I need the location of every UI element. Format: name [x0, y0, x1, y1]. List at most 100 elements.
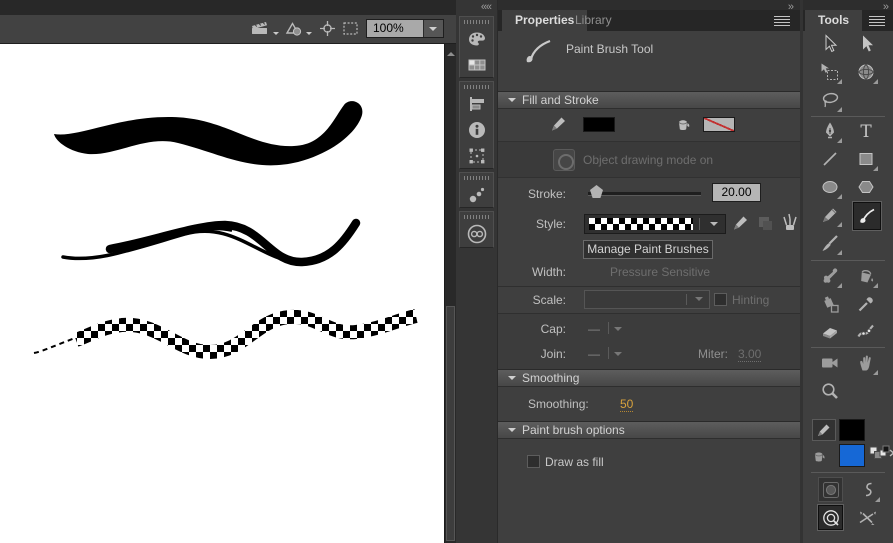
cap-label: Cap:	[540, 322, 566, 336]
object-drawing-label: Object drawing mode on	[583, 153, 714, 167]
camera-tool[interactable]	[817, 350, 843, 376]
shape-dropdown-arrow[interactable]	[306, 32, 312, 38]
selection-tool[interactable]	[817, 31, 843, 57]
dock-group-grip[interactable]	[463, 20, 490, 24]
drawing-canvas[interactable]	[0, 44, 444, 543]
width-tool[interactable]	[853, 319, 879, 345]
rectangle-tool[interactable]	[853, 146, 879, 172]
edit-stroke-style-icon[interactable]	[732, 214, 750, 235]
cap-dropdown-disabled[interactable]: —	[588, 322, 600, 336]
eyedropper-tool[interactable]	[853, 291, 879, 317]
object-drawing-mode-button[interactable]	[553, 149, 575, 171]
pencil-tool[interactable]	[817, 202, 843, 228]
pen-tool[interactable]	[817, 118, 843, 144]
dock-group-grip[interactable]	[463, 215, 490, 219]
stage-top-strip	[0, 0, 456, 15]
dock-group-grip[interactable]	[463, 176, 490, 180]
scroll-up-arrow[interactable]	[447, 48, 455, 56]
tools-fill-color-swatch[interactable]	[839, 444, 865, 467]
section-header-paint-brush-options[interactable]: Paint brush options	[498, 421, 800, 439]
stroke-value-box[interactable]: 20.00	[712, 183, 761, 202]
clapperboard-icon[interactable]	[251, 20, 271, 40]
use-pressure-icon[interactable]	[855, 505, 881, 531]
draw-as-fill-checkbox[interactable]	[527, 455, 540, 468]
line-tool[interactable]	[817, 146, 843, 172]
checker-stroke-tail	[33, 336, 79, 354]
brush-mode-selected[interactable]	[818, 505, 843, 530]
width-label: Width:	[531, 265, 566, 279]
classic-brush-tool[interactable]	[817, 230, 843, 256]
join-dropdown-arrow[interactable]	[614, 352, 622, 360]
smoothing-value[interactable]: 50	[620, 397, 634, 412]
scale-row: Scale: Hinting	[498, 287, 800, 313]
align-icon[interactable]	[460, 91, 493, 117]
section-header-fill-and-stroke[interactable]: Fill and Stroke	[498, 91, 800, 109]
panel-dock: ««	[456, 0, 498, 543]
hinting-checkbox[interactable]	[714, 293, 727, 306]
collapse-dock-chevrons[interactable]: «	[486, 1, 492, 13]
stroke-slider[interactable]	[588, 192, 701, 196]
manage-paint-brushes-button[interactable]: Manage Paint Brushes	[583, 240, 713, 259]
subselection-tool[interactable]	[853, 31, 879, 57]
polystar-tool[interactable]	[853, 174, 879, 200]
info-icon[interactable]	[460, 117, 493, 143]
cap-dropdown-arrow[interactable]	[614, 327, 622, 335]
stroke-color-swatch[interactable]	[583, 117, 615, 132]
ink-bottle-tool[interactable]	[817, 291, 843, 317]
panel-menu-icon[interactable]	[774, 16, 790, 27]
dock-group-grip[interactable]	[463, 85, 490, 89]
stage-toolbar: 100%	[0, 15, 456, 44]
history-icon[interactable]	[460, 182, 493, 208]
style-dropdown[interactable]	[584, 214, 726, 234]
center-stage-icon[interactable]	[319, 20, 336, 40]
free-transform-tool[interactable]	[817, 59, 843, 85]
stroke-color-control[interactable]	[812, 419, 836, 441]
join-label: Join:	[540, 347, 566, 361]
oval-tool[interactable]	[817, 174, 843, 200]
shape-primitives-icon[interactable]	[284, 20, 304, 40]
fill-color-swatch-no-fill[interactable]	[703, 117, 735, 132]
tab-library[interactable]: Library	[562, 10, 625, 31]
paint-brush-options-body: Draw as fill	[498, 439, 800, 543]
panel-menu-icon[interactable]	[869, 16, 885, 27]
miter-value[interactable]: 3.00	[738, 347, 762, 362]
transform-icon[interactable]	[460, 143, 493, 169]
scrollbar-thumb[interactable]	[446, 306, 455, 541]
color-palette-icon[interactable]	[460, 26, 493, 52]
swatches-icon[interactable]	[460, 52, 493, 78]
stage-zoom-select[interactable]: 100%	[366, 19, 444, 38]
clip-outline-icon[interactable]	[342, 20, 359, 40]
smoothing-row: Smoothing: 50	[498, 387, 800, 421]
section-header-smoothing[interactable]: Smoothing	[498, 369, 800, 387]
scale-dropdown-disabled[interactable]	[584, 290, 710, 309]
paint-bucket-tool[interactable]	[853, 263, 879, 289]
lasso-tool[interactable]	[817, 87, 843, 113]
creative-cloud-icon[interactable]	[460, 221, 493, 247]
tools-panel-top-bar: »	[803, 0, 893, 13]
tab-tools[interactable]: Tools	[805, 10, 863, 31]
curve-options-icon[interactable]	[855, 477, 881, 503]
miter-label: Miter:	[698, 347, 728, 361]
default-colors-icon[interactable]	[879, 444, 893, 463]
brush-library-icon[interactable]	[781, 212, 799, 235]
clapperboard-dropdown-arrow[interactable]	[273, 32, 279, 38]
style-options-icon-disabled[interactable]	[756, 214, 774, 235]
hand-tool[interactable]	[853, 350, 879, 376]
bone-tool[interactable]	[817, 263, 843, 289]
text-tool[interactable]: T	[853, 118, 879, 144]
stage-zoom-dropdown-button[interactable]	[423, 20, 443, 37]
zoom-tool[interactable]	[817, 378, 843, 404]
join-dropdown-disabled[interactable]: —	[588, 347, 600, 361]
paint-brush-tool-icon	[522, 35, 554, 70]
paint-brush-tool-selected[interactable]	[853, 202, 881, 230]
eraser-tool[interactable]	[817, 319, 843, 345]
properties-tab-bar: Properties Library	[498, 10, 800, 31]
tools-stroke-color-swatch[interactable]	[839, 419, 865, 441]
stage-zoom-value[interactable]: 100%	[367, 20, 423, 37]
3d-rotation-tool[interactable]	[853, 59, 879, 85]
canvas-vertical-scrollbar[interactable]	[444, 44, 456, 543]
stroke-slider-thumb[interactable]	[590, 185, 603, 198]
smoothing-label: Smoothing:	[528, 397, 589, 411]
object-drawing-mode-toggle[interactable]	[818, 477, 843, 502]
style-checker-preview	[589, 218, 693, 230]
